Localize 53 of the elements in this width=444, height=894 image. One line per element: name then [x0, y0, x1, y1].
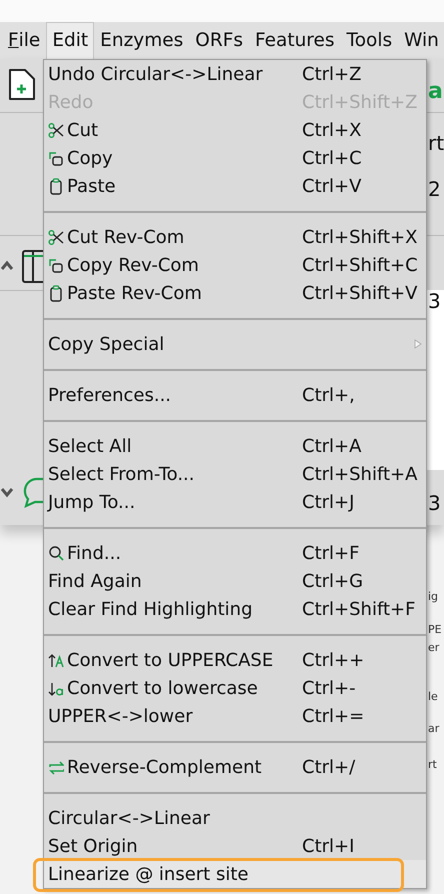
menu-item[interactable]: Copy Ctrl+C	[48, 144, 426, 172]
text-fragment: le	[428, 689, 438, 705]
menu-item[interactable]: Find Again Ctrl+G	[48, 567, 426, 595]
chevron-up-icon[interactable]	[0, 259, 14, 271]
text-fragment: a	[428, 78, 443, 106]
menu-item[interactable]: Reverse-Complement Ctrl+/	[48, 753, 426, 781]
menu-item[interactable]: UPPER<->lower Ctrl+=	[48, 702, 426, 730]
menu-item[interactable]: Tools	[340, 22, 398, 59]
text-fragment: ig	[428, 589, 438, 605]
swap-arrows-icon	[48, 758, 64, 776]
menu-item[interactable]: Copy Rev-Com Ctrl+Shift+C	[48, 251, 426, 279]
text-fragment: 3	[428, 288, 441, 315]
copy-icon	[48, 150, 64, 166]
menu-item[interactable]: Jump To... Ctrl+J	[48, 488, 426, 516]
menu-item[interactable]: Select All Ctrl+A	[48, 432, 426, 460]
menu-item[interactable]: Edit	[46, 22, 94, 59]
menu-item[interactable]: Select From-To... Ctrl+Shift+A	[48, 460, 426, 488]
menu-item[interactable]: ORFs	[189, 22, 249, 59]
menu-item[interactable]: Features	[248, 22, 341, 59]
menu-item[interactable]: Preferences... Ctrl+,	[48, 381, 426, 409]
uppercase-icon	[48, 652, 64, 668]
clipboard-icon	[48, 178, 64, 194]
panel-layout-icon[interactable]	[22, 249, 43, 283]
menu-item[interactable]: Paste Rev-Com Ctrl+Shift+V	[48, 279, 426, 307]
scissors-icon	[48, 228, 64, 246]
menu-item[interactable]: Convert to lowercase Ctrl+-	[48, 674, 426, 702]
menu-item[interactable]: Circular<->Linear	[48, 804, 426, 832]
menu-item[interactable]: Cut Rev-Com Ctrl+Shift+X	[48, 223, 426, 251]
menu-item[interactable]: File	[2, 22, 46, 59]
clipboard-icon	[48, 284, 64, 302]
menu-item[interactable]: Convert to UPPERCASE Ctrl++	[48, 646, 426, 674]
text-fragment: 3	[428, 490, 441, 517]
menu-item[interactable]: Cut Ctrl+X	[48, 116, 426, 144]
copy-icon	[48, 256, 64, 274]
menu-item[interactable]: Set Origin Ctrl+I	[48, 832, 426, 860]
menu-item[interactable]: Clear Find Highlighting Ctrl+Shift+F	[48, 595, 426, 623]
menu-item[interactable]: Copy Special	[48, 330, 426, 358]
new-document-icon[interactable]	[8, 68, 36, 101]
submenu-arrow-icon	[414, 339, 422, 349]
text-fragment: er	[428, 640, 440, 656]
menu-item[interactable]: Paste Ctrl+V	[48, 172, 426, 200]
text-fragment: ar	[428, 721, 440, 737]
text-fragment: rt	[428, 757, 437, 773]
menu-item[interactable]: Win	[398, 22, 444, 59]
chevron-down-icon[interactable]	[0, 487, 14, 499]
menu-item[interactable]: Enzymes	[94, 22, 190, 59]
text-fragment: 2	[428, 176, 441, 203]
search-icon	[48, 544, 64, 562]
text-fragment: rt	[428, 130, 444, 157]
text-fragment: PE	[428, 622, 442, 638]
scissors-icon	[48, 122, 64, 138]
menu-item[interactable]: Undo Circular<->Linear Ctrl+Z	[48, 60, 426, 88]
menu-item[interactable]: Find... Ctrl+F	[48, 539, 426, 567]
